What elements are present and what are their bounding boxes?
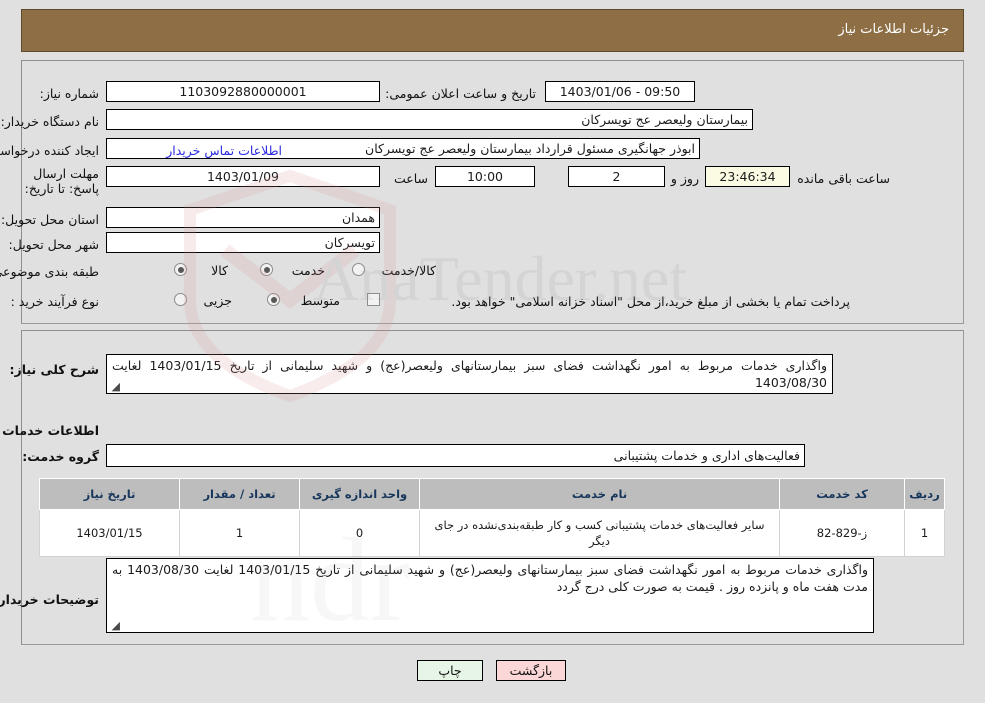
buyer-notes-text: واگذاری خدمات مربوط به امور نگهداشت فضای…: [112, 562, 868, 594]
buyer-notes-textarea[interactable]: واگذاری خدمات مربوط به امور نگهداشت فضای…: [106, 558, 874, 633]
purchase-process-label: نوع فرآیند خرید :: [10, 294, 99, 309]
delivery-province-value: همدان: [106, 207, 380, 228]
radio-process-motevaset[interactable]: [267, 293, 280, 306]
services-table: ردیف کد خدمت نام خدمت واحد اندازه گیری ت…: [39, 478, 945, 557]
remaining-days-label: روز و: [670, 171, 699, 186]
cell-service-name: سایر فعالیت‌های خدمات پشتیبانی کسب و کار…: [419, 509, 780, 557]
resize-grip-icon[interactable]: ◢: [110, 381, 120, 392]
need-number-label: شماره نیاز:: [39, 86, 99, 101]
resize-grip-icon-notes[interactable]: ◢: [110, 620, 120, 631]
cell-service-code: ز-829-82: [779, 509, 905, 557]
radio-category-kala[interactable]: [174, 263, 187, 276]
remaining-countdown-value: 23:46:34: [705, 166, 790, 187]
cell-row-number: 1: [904, 509, 945, 557]
service-group-label: گروه خدمت:: [22, 449, 99, 464]
window-titlebar: جزئیات اطلاعات نیاز: [21, 9, 964, 52]
buyer-contact-link[interactable]: اطلاعات تماس خریدار: [166, 143, 282, 158]
radio-category-kala-khedmat[interactable]: [352, 263, 365, 276]
announce-datetime-value: 09:50 - 1403/01/06: [545, 81, 695, 102]
col-header-need-date: تاریخ نیاز: [39, 478, 180, 510]
summary-text: واگذاری خدمات مربوط به امور نگهداشت فضای…: [112, 358, 827, 390]
back-button[interactable]: بازگشت: [496, 660, 566, 681]
delivery-city-label: شهر محل تحویل:: [8, 237, 99, 252]
radio-process-jozii[interactable]: [174, 293, 187, 306]
need-number-value: 1103092880000001: [106, 81, 380, 102]
col-header-service-name: نام خدمت: [419, 478, 780, 510]
buyer-notes-label: توضیحات خریدار:: [0, 592, 99, 607]
deadline-date-value: 1403/01/09: [106, 166, 380, 187]
table-header-row: ردیف کد خدمت نام خدمت واحد اندازه گیری ت…: [39, 478, 945, 510]
summary-label: شرح کلی نیاز:: [9, 362, 99, 377]
print-button[interactable]: چاپ: [417, 660, 483, 681]
remaining-days-value: 2: [568, 166, 665, 187]
col-header-unit: واحد اندازه گیری: [299, 478, 420, 510]
islamic-treasury-docs-label: پرداخت تمام یا بخشی از مبلغ خرید،از محل …: [451, 294, 850, 309]
request-creator-label: ایجاد کننده درخواست:: [0, 143, 99, 158]
radio-category-khedmat[interactable]: [260, 263, 273, 276]
radio-category-kala-khedmat-label: کالا/خدمت: [381, 263, 436, 278]
page-title: جزئیات اطلاعات نیاز: [838, 22, 949, 37]
services-info-heading: اطلاعات خدمات مورد نیاز: [0, 423, 99, 438]
radio-category-khedmat-label: خدمت: [291, 263, 325, 278]
table-row: 1 ز-829-82 سایر فعالیت‌های خدمات پشتیبان…: [39, 509, 945, 557]
page-root: AnaTender.net ndr جزئیات اطلاعات نیاز شم…: [0, 0, 985, 703]
col-header-row: ردیف: [904, 478, 945, 510]
cell-quantity: 1: [179, 509, 300, 557]
checkbox-islamic-treasury-docs[interactable]: [367, 293, 380, 306]
radio-process-motevaset-label: متوسط: [300, 293, 340, 308]
col-header-quantity: تعداد / مقدار: [179, 478, 300, 510]
buyer-org-value: بیمارستان ولیعصر عج تویسرکان: [106, 109, 753, 130]
subject-category-label: طبقه بندی موضوعی:: [0, 264, 99, 279]
announce-datetime-label: تاریخ و ساعت اعلان عمومی:: [385, 86, 536, 101]
cell-need-date: 1403/01/15: [39, 509, 180, 557]
cell-unit: 0: [299, 509, 420, 557]
deadline-hour-label: ساعت: [393, 171, 428, 186]
summary-textarea[interactable]: واگذاری خدمات مربوط به امور نگهداشت فضای…: [106, 354, 833, 394]
delivery-province-label: استان محل تحویل:: [0, 212, 99, 227]
delivery-city-value: تویسرکان: [106, 232, 380, 253]
remaining-countdown-label: ساعت باقی مانده: [797, 171, 890, 186]
radio-category-kala-label: کالا: [211, 263, 228, 278]
deadline-label: مهلت ارسال پاسخ: تا تاریخ:: [24, 166, 99, 196]
deadline-hour-value: 10:00: [435, 166, 535, 187]
buyer-org-label: نام دستگاه خریدار:: [0, 114, 99, 129]
service-group-value: فعالیت‌های اداری و خدمات پشتیبانی: [106, 444, 805, 467]
radio-process-jozii-label: جزیی: [203, 293, 232, 308]
col-header-service-code: کد خدمت: [779, 478, 905, 510]
